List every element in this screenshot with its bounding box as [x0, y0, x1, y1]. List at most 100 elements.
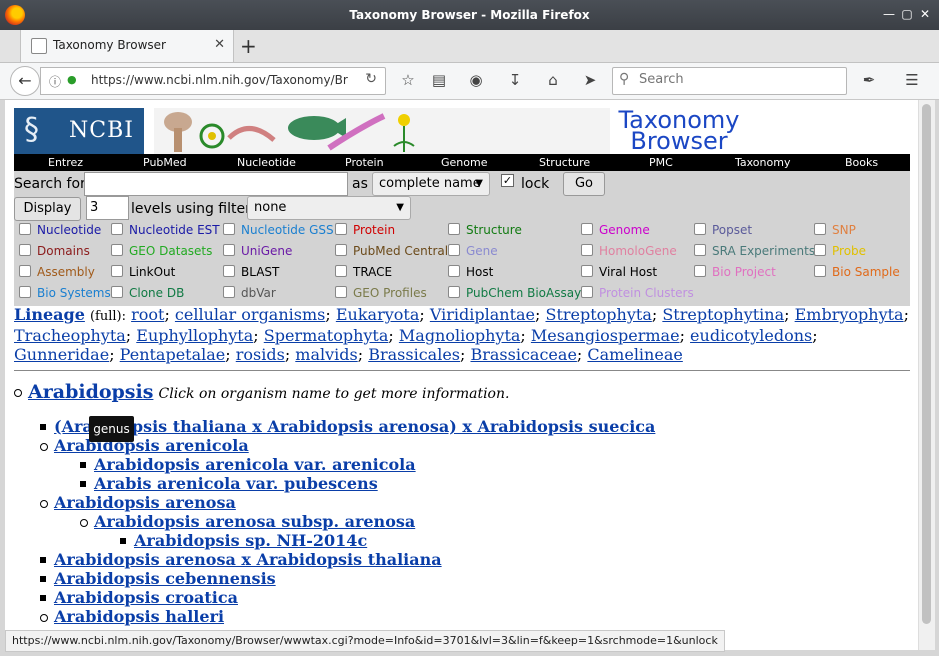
levels-input[interactable]: 3	[86, 196, 129, 220]
db-label[interactable]: Popset	[712, 223, 752, 237]
db-option-snp[interactable]: SNP	[814, 223, 856, 237]
taxon-link[interactable]: Arabidopsis cebennensis	[54, 569, 276, 588]
taxon-link[interactable]: Arabidopsis arenosa x Arabidopsis thalia…	[54, 550, 442, 569]
db-option-protein-clusters[interactable]: Protein Clusters	[581, 286, 694, 300]
db-label[interactable]: GEO Datasets	[129, 244, 212, 258]
lineage-link[interactable]: Brassicales	[368, 345, 460, 364]
db-label[interactable]: TRACE	[353, 265, 392, 279]
menu-protein[interactable]: Protein	[345, 156, 384, 169]
taxon-link[interactable]: Arabidopsis croatica	[54, 588, 238, 607]
taxon-link[interactable]: Arabidopsis sp. NH-2014c	[134, 531, 367, 550]
db-label[interactable]: Assembly	[37, 265, 95, 279]
taxon-link[interactable]: Arabidopsis arenosa	[54, 493, 236, 512]
reading-list-icon[interactable]: ▤	[429, 71, 449, 89]
db-label[interactable]: Gene	[466, 244, 498, 258]
back-button[interactable]: ←	[10, 66, 40, 96]
lineage-title[interactable]: Lineage	[14, 305, 85, 324]
db-option-dbvar[interactable]: dbVar	[223, 286, 276, 300]
search-mode-select[interactable]: complete name ▼	[372, 172, 490, 196]
menu-icon[interactable]: ☰	[902, 71, 922, 89]
menu-taxonomy[interactable]: Taxonomy	[735, 156, 790, 169]
lineage-link[interactable]: Pentapetalae	[120, 345, 226, 364]
db-option-bio-project[interactable]: Bio Project	[694, 265, 776, 279]
lineage-link[interactable]: Viridiplantae	[430, 305, 535, 324]
db-label[interactable]: LinkOut	[129, 265, 175, 279]
taxon-link[interactable]: Arabidopsis halleri	[54, 607, 224, 626]
db-checkbox[interactable]	[581, 223, 593, 235]
reload-icon[interactable]: ↻	[365, 71, 377, 87]
db-checkbox[interactable]	[814, 265, 826, 277]
search-term-input[interactable]	[84, 172, 348, 196]
db-label[interactable]: GEO Profiles	[353, 286, 427, 300]
db-label[interactable]: Viral Host	[599, 265, 657, 279]
db-label[interactable]: Probe	[832, 244, 866, 258]
db-checkbox[interactable]	[223, 223, 235, 235]
new-tab-icon[interactable]: +	[240, 34, 257, 58]
db-checkbox[interactable]	[581, 244, 593, 256]
db-label[interactable]: SRA Experiments	[712, 244, 815, 258]
home-icon[interactable]: ⌂	[543, 71, 563, 89]
db-checkbox[interactable]	[335, 265, 347, 277]
download-icon[interactable]: ↧	[505, 71, 525, 89]
menu-pmc[interactable]: PMC	[649, 156, 673, 169]
info-icon[interactable]: ⓘ	[49, 73, 61, 90]
db-option-geo-datasets[interactable]: GEO Datasets	[111, 244, 212, 258]
db-option-clone-db[interactable]: Clone DB	[111, 286, 184, 300]
minimize-icon[interactable]: —	[882, 7, 896, 21]
menu-genome[interactable]: Genome	[441, 156, 487, 169]
db-label[interactable]: Structure	[466, 223, 522, 237]
root-taxon-link[interactable]: Arabidopsis	[28, 381, 153, 403]
url-text[interactable]: https://www.ncbi.nlm.nih.gov/Taxonomy/Br	[91, 73, 353, 87]
db-label[interactable]: SNP	[832, 223, 856, 237]
bookmark-star-icon[interactable]: ☆	[398, 71, 418, 89]
lineage-link[interactable]: Spermatophyta	[264, 326, 389, 345]
lineage-link[interactable]: Mesangiospermae	[531, 326, 680, 345]
db-option-pubmed-central[interactable]: PubMed Central	[335, 244, 448, 258]
go-button[interactable]: Go	[563, 172, 605, 196]
db-option-unigene[interactable]: UniGene	[223, 244, 292, 258]
menu-nucleotide[interactable]: Nucleotide	[237, 156, 296, 169]
menu-structure[interactable]: Structure	[539, 156, 590, 169]
lineage-link[interactable]: root	[131, 305, 164, 324]
search-input[interactable]	[637, 71, 841, 88]
db-option-probe[interactable]: Probe	[814, 244, 866, 258]
db-label[interactable]: Bio Project	[712, 265, 776, 279]
db-label[interactable]: Domains	[37, 244, 90, 258]
db-checkbox[interactable]	[448, 265, 460, 277]
db-checkbox[interactable]	[448, 244, 460, 256]
db-checkbox[interactable]	[223, 265, 235, 277]
db-label[interactable]: dbVar	[241, 286, 276, 300]
db-label[interactable]: Protein	[353, 223, 395, 237]
db-option-protein[interactable]: Protein	[335, 223, 395, 237]
eyedropper-icon[interactable]: ✒	[859, 71, 879, 89]
lineage-link[interactable]: Eukaryota	[336, 305, 420, 324]
db-checkbox[interactable]	[111, 223, 123, 235]
url-bar[interactable]: ⓘ ● https://www.ncbi.nlm.nih.gov/Taxonom…	[40, 67, 386, 95]
db-option-homologene[interactable]: HomoloGene	[581, 244, 677, 258]
db-option-popset[interactable]: Popset	[694, 223, 752, 237]
db-option-viral-host[interactable]: Viral Host	[581, 265, 657, 279]
db-label[interactable]: Bio Sample	[832, 265, 900, 279]
db-option-sra-experiments[interactable]: SRA Experiments	[694, 244, 815, 258]
search-box[interactable]: ⚲	[612, 67, 847, 95]
db-option-nucleotide[interactable]: Nucleotide	[19, 223, 101, 237]
db-checkbox[interactable]	[223, 244, 235, 256]
db-option-linkout[interactable]: LinkOut	[111, 265, 175, 279]
db-option-pubchem-bioassay[interactable]: PubChem BioAssay	[448, 286, 581, 300]
menu-books[interactable]: Books	[845, 156, 878, 169]
db-checkbox[interactable]	[448, 223, 460, 235]
db-checkbox[interactable]	[335, 244, 347, 256]
db-label[interactable]: HomoloGene	[599, 244, 677, 258]
lineage-link[interactable]: Magnoliophyta	[399, 326, 521, 345]
lineage-link[interactable]: Brassicaceae	[470, 345, 576, 364]
lineage-link[interactable]: Camelineae	[587, 345, 682, 364]
lineage-link[interactable]: malvids	[295, 345, 357, 364]
lineage-link[interactable]: Embryophyta	[795, 305, 904, 324]
lineage-link[interactable]: cellular organisms	[175, 305, 325, 324]
db-checkbox[interactable]	[19, 244, 31, 256]
taxon-link[interactable]: Arabis arenicola var. pubescens	[94, 474, 378, 493]
ncbi-logo[interactable]: § NCBI	[14, 108, 144, 154]
db-checkbox[interactable]	[814, 223, 826, 235]
close-tab-icon[interactable]: ✕	[214, 37, 225, 52]
db-option-nucleotide-est[interactable]: Nucleotide EST	[111, 223, 220, 237]
